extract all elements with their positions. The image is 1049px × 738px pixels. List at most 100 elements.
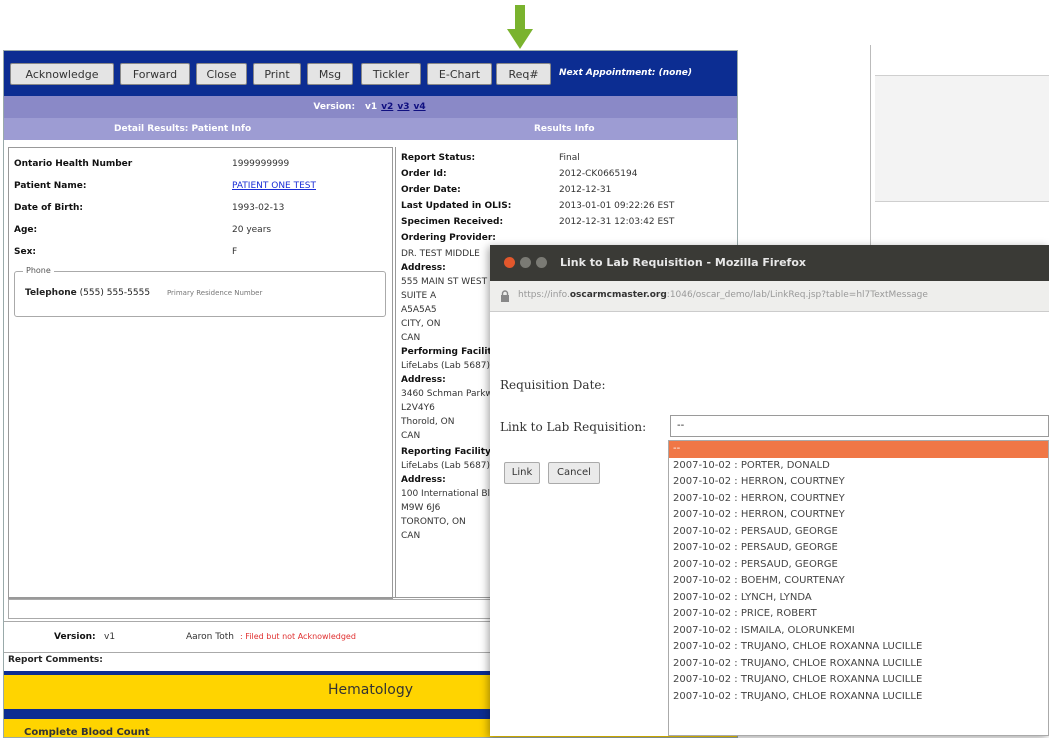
- tickler-button[interactable]: Tickler: [361, 63, 421, 85]
- next-appointment: Next Appointment: (none): [559, 68, 692, 78]
- age-label: Age:: [14, 225, 38, 235]
- ordering-line: 555 MAIN ST WEST: [401, 277, 488, 287]
- link-lab-requisition-dialog: Link to Lab Requisition - Mozilla Firefo…: [490, 245, 1049, 736]
- dropdown-option[interactable]: 2007-10-02 : TRUJANO, CHLOE ROXANNA LUCI…: [669, 656, 1048, 673]
- acknowledge-button[interactable]: Acknowledge: [10, 63, 114, 85]
- footer-version-value: v1: [104, 632, 116, 642]
- dropdown-option[interactable]: 2007-10-02 : PORTER, DONALD: [669, 458, 1048, 475]
- dropdown-option[interactable]: 2007-10-02 : TRUJANO, CHLOE ROXANNA LUCI…: [669, 639, 1048, 656]
- specimen-label: Specimen Received:: [401, 217, 504, 227]
- sex-label: Sex:: [14, 247, 36, 257]
- dropdown-option[interactable]: 2007-10-02 : BOEHM, COURTENAY: [669, 573, 1048, 590]
- print-button[interactable]: Print: [253, 63, 301, 85]
- section-header-bar: Detail Results: Patient Info Results Inf…: [4, 118, 737, 140]
- version-link-v1[interactable]: v1: [365, 102, 377, 112]
- performing-line: 3460 Schman Parkway: [401, 389, 504, 399]
- dropdown-option[interactable]: 2007-10-02 : TRUJANO, CHLOE ROXANNA LUCI…: [669, 689, 1048, 706]
- maximize-window-icon[interactable]: [536, 257, 547, 268]
- dropdown-option[interactable]: 2007-10-02 : LYNCH, LYNDA: [669, 590, 1048, 607]
- patient-name-label: Patient Name:: [14, 181, 87, 191]
- report-status-value: Final: [559, 153, 580, 163]
- dropdown-option[interactable]: 2007-10-02 : HERRON, COURTNEY: [669, 491, 1048, 508]
- last-updated-value: 2013-01-01 09:22:26 EST: [559, 201, 675, 211]
- ordering-line: CAN: [401, 333, 421, 343]
- requisition-date-label: Requisition Date:: [500, 378, 606, 392]
- results-info-header: Results Info: [534, 124, 595, 134]
- ordering-line: Address:: [401, 263, 446, 273]
- dropdown-option[interactable]: 2007-10-02 : PERSAUD, GEORGE: [669, 557, 1048, 574]
- dropdown-option[interactable]: 2007-10-02 : HERRON, COURTNEY: [669, 507, 1048, 524]
- phone-type: Primary Residence Number: [166, 289, 263, 297]
- ordering-provider-label: Ordering Provider:: [401, 233, 496, 243]
- msg-button[interactable]: Msg: [307, 63, 353, 85]
- cancel-button[interactable]: Cancel: [548, 462, 600, 484]
- version-row: Version: v1 Aaron Toth : Filed but not A…: [4, 621, 494, 653]
- report-status-label: Report Status:: [401, 153, 476, 163]
- specimen-value: 2012-12-31 12:03:42 EST: [559, 217, 675, 227]
- ordering-line: A5A5A5: [401, 305, 437, 315]
- ordering-line: SUITE A: [401, 291, 437, 301]
- reporting-line: CAN: [401, 531, 421, 541]
- telephone-value: (555) 555-5555: [79, 288, 151, 298]
- url-text: https://info.oscarmcmaster.org:1046/osca…: [518, 290, 928, 300]
- req-button[interactable]: Req#: [496, 63, 551, 85]
- reporting-line: LifeLabs (Lab 5687): [401, 461, 491, 471]
- reporting-line: M9W 6J6: [401, 503, 441, 513]
- url-bar[interactable]: https://info.oscarmcmaster.org:1046/osca…: [490, 281, 1049, 312]
- dialog-titlebar: Link to Lab Requisition - Mozilla Firefo…: [490, 245, 1049, 281]
- reviewer-name: Aaron Toth: [186, 632, 234, 642]
- patient-name-link[interactable]: PATIENT ONE TEST: [232, 181, 316, 191]
- dropdown-option[interactable]: --: [669, 441, 1048, 458]
- lock-icon: [501, 290, 509, 302]
- toolbar: Acknowledge Forward Close Print Msg Tick…: [4, 51, 737, 96]
- order-id-label: Order Id:: [401, 169, 447, 179]
- background-window-band: [875, 75, 1049, 202]
- ohn-value: 1999999999: [232, 159, 290, 169]
- version-link-v2[interactable]: v2: [381, 102, 393, 112]
- reporting-line: TORONTO, ON: [401, 517, 466, 527]
- dropdown-option[interactable]: 2007-10-02 : PERSAUD, GEORGE: [669, 540, 1048, 557]
- panel-divider: [395, 147, 396, 597]
- version-bar: Version: v1 v2 v3 v4: [4, 96, 737, 118]
- minimize-window-icon[interactable]: [520, 257, 531, 268]
- patient-info-header: Detail Results: Patient Info: [114, 124, 252, 134]
- version-link-v4[interactable]: v4: [413, 102, 425, 112]
- age-value: 20 years: [232, 225, 272, 235]
- forward-button[interactable]: Forward: [120, 63, 190, 85]
- subsection-title: Complete Blood Count: [24, 727, 150, 738]
- dropdown-option[interactable]: 2007-10-02 : PRICE, ROBERT: [669, 606, 1048, 623]
- last-updated-label: Last Updated in OLIS:: [401, 201, 512, 211]
- sex-value: F: [232, 247, 238, 257]
- dropdown-option[interactable]: 2007-10-02 : HERRON, COURTNEY: [669, 474, 1048, 491]
- order-id-value: 2012-CK0665194: [559, 169, 638, 179]
- performing-line: CAN: [401, 431, 421, 441]
- requisition-dropdown-list[interactable]: -- 2007-10-02 : PORTER, DONALD 2007-10-0…: [668, 440, 1049, 736]
- ohn-label: Ontario Health Number: [14, 159, 133, 169]
- patient-info-panel: [8, 147, 393, 599]
- close-window-icon[interactable]: [504, 257, 515, 268]
- version-link-v3[interactable]: v3: [397, 102, 409, 112]
- divider: [8, 597, 493, 598]
- requisition-select[interactable]: --: [670, 415, 1049, 437]
- dropdown-option[interactable]: 2007-10-02 : ISMAILA, OLORUNKEMI: [669, 623, 1048, 640]
- telephone-label: Telephone: [25, 288, 77, 298]
- dropdown-option[interactable]: 2007-10-02 : PERSAUD, GEORGE: [669, 524, 1048, 541]
- order-date-label: Order Date:: [401, 185, 461, 195]
- reporting-line: 100 International Blvd: [401, 489, 502, 499]
- performing-facility-label: Performing Facility:: [401, 347, 502, 357]
- reporting-line: Address:: [401, 475, 446, 485]
- dob-value: 1993-02-13: [232, 203, 285, 213]
- order-date-value: 2012-12-31: [559, 185, 612, 195]
- blank-row: [8, 599, 493, 619]
- ordering-line: DR. TEST MIDDLE: [401, 249, 480, 259]
- footer-version-label: Version:: [54, 632, 96, 642]
- ordering-line: CITY, ON: [401, 319, 441, 329]
- link-requisition-label: Link to Lab Requisition:: [500, 420, 647, 434]
- link-button[interactable]: Link: [504, 462, 540, 484]
- performing-line: L2V4Y6: [401, 403, 435, 413]
- close-button[interactable]: Close: [196, 63, 247, 85]
- dropdown-option[interactable]: 2007-10-02 : TRUJANO, CHLOE ROXANNA LUCI…: [669, 672, 1048, 689]
- echart-button[interactable]: E-Chart: [427, 63, 492, 85]
- review-status: : Filed but not Acknowledged: [240, 632, 356, 641]
- version-label: Version:: [313, 102, 356, 112]
